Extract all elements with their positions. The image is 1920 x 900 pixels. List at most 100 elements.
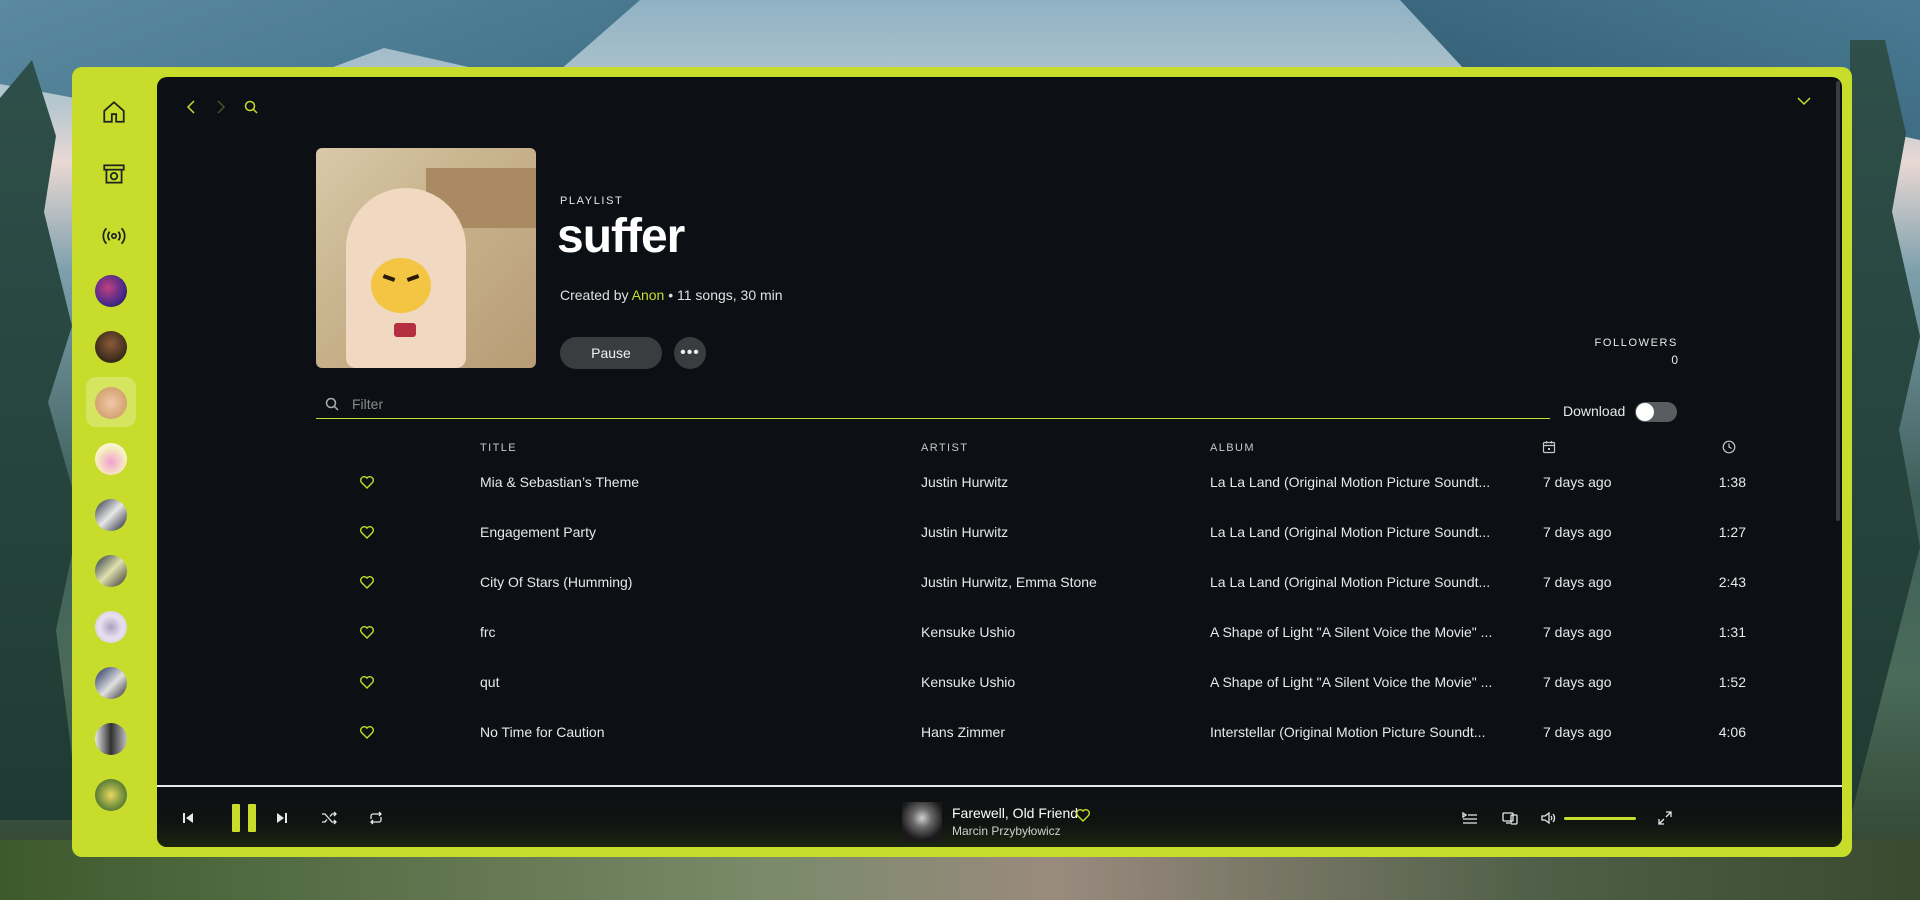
heart-icon[interactable] [359, 524, 375, 540]
track-added: 7 days ago [1543, 624, 1612, 640]
track-artist[interactable]: Kensuke Ushio [921, 624, 1191, 640]
track-duration: 1:38 [1718, 474, 1746, 490]
repeat-icon[interactable] [368, 810, 384, 826]
track-title: Engagement Party [480, 524, 596, 540]
track-added: 7 days ago [1543, 524, 1612, 540]
track-added: 7 days ago [1543, 724, 1612, 740]
table-row[interactable]: frc Kensuke Ushio A Shape of Light "A Sile… [316, 612, 1746, 652]
sidebar-playlist-avatar[interactable] [95, 723, 127, 755]
track-artist[interactable]: Hans Zimmer [921, 724, 1191, 740]
table-row[interactable]: City Of Stars (Humming) Justin Hurwitz, E… [316, 562, 1746, 602]
track-title: Mia & Sebastian’s Theme [480, 474, 640, 490]
fullscreen-icon[interactable] [1657, 810, 1673, 826]
table-row[interactable]: Mia & Sebastian’s Theme Justin Hurwitz La … [316, 462, 1746, 502]
track-title: qut [480, 674, 500, 690]
track-duration: 4:06 [1718, 724, 1746, 740]
devices-icon[interactable] [1502, 810, 1518, 826]
home-icon[interactable] [98, 96, 130, 128]
playlist-meta: Created by Anon • 11 songs, 30 min [560, 287, 783, 303]
track-added: 7 days ago [1543, 574, 1612, 590]
track-title: City Of Stars (Humming) [480, 574, 633, 590]
download-toggle[interactable] [1635, 402, 1677, 422]
volume-slider[interactable] [1564, 817, 1636, 820]
track-album[interactable]: La La Land (Original Motion Picture Soun… [1210, 524, 1500, 540]
track-album[interactable]: A Shape of Light "A Silent Voice the Mov… [1210, 624, 1500, 640]
next-icon[interactable] [274, 810, 290, 826]
playlist-type-label: PLAYLIST [560, 195, 624, 207]
chevron-down-icon[interactable] [1794, 91, 1814, 111]
queue-icon[interactable] [1462, 810, 1478, 826]
background-trees-left [0, 60, 80, 820]
track-artist[interactable]: Kensuke Ushio [921, 674, 1191, 690]
column-header-artist[interactable]: ARTIST [921, 442, 968, 454]
now-playing-title[interactable]: Farewell, Old Friend [952, 805, 1078, 821]
scrollbar[interactable] [1836, 81, 1840, 521]
calendar-icon[interactable] [1542, 440, 1556, 454]
previous-icon[interactable] [180, 810, 196, 826]
sidebar-playlist-avatar[interactable] [95, 779, 127, 811]
track-album[interactable]: A Shape of Light "A Silent Voice the Mov… [1210, 674, 1500, 690]
heart-icon[interactable] [359, 624, 375, 640]
track-added: 7 days ago [1543, 474, 1612, 490]
more-options-button[interactable]: ••• [674, 337, 706, 369]
table-row[interactable]: qut Kensuke Ushio A Shape of Light "A Sile… [316, 662, 1746, 702]
player-bar: Farewell, Old Friend Marcin Przybyłowicz [157, 787, 1842, 847]
shuffle-icon[interactable] [321, 810, 337, 826]
track-duration: 1:31 [1718, 624, 1746, 640]
track-duration: 2:43 [1718, 574, 1746, 590]
created-by-label: Created by [560, 287, 629, 303]
heart-icon[interactable] [359, 724, 375, 740]
track-artist[interactable]: Justin Hurwitz [921, 524, 1191, 540]
heart-icon[interactable] [359, 474, 375, 490]
download-label: Download [1563, 403, 1626, 419]
table-row[interactable]: Engagement Party Justin Hurwitz La La Land… [316, 512, 1746, 552]
column-header-album[interactable]: ALBUM [1210, 442, 1255, 454]
sidebar-playlist-avatar[interactable] [95, 275, 127, 307]
filter-bar [316, 389, 1550, 419]
now-playing-cover[interactable] [902, 802, 942, 842]
track-album[interactable]: La La Land (Original Motion Picture Soun… [1210, 574, 1500, 590]
heart-icon[interactable] [1075, 807, 1091, 823]
app-window: PLAYLIST suffer Created by Anon • 11 son… [72, 67, 1852, 857]
track-duration: 1:27 [1718, 524, 1746, 540]
followers-label: FOLLOWERS [1594, 337, 1678, 349]
sidebar-playlist-avatar[interactable] [95, 611, 127, 643]
background-trees-right [1850, 40, 1920, 820]
creator-link[interactable]: Anon [632, 287, 665, 303]
followers-count: 0 [1671, 353, 1678, 367]
sidebar-playlist-avatar[interactable] [95, 499, 127, 531]
clock-icon[interactable] [1722, 440, 1736, 454]
podcast-icon[interactable] [98, 220, 130, 252]
track-artist[interactable]: Justin Hurwitz, Emma Stone [921, 574, 1191, 590]
main-panel: PLAYLIST suffer Created by Anon • 11 son… [157, 77, 1842, 847]
table-row[interactable]: No Time for Caution Hans Zimmer Interstell… [316, 712, 1746, 752]
track-title: No Time for Caution [480, 724, 605, 740]
search-icon[interactable] [241, 97, 261, 117]
sidebar-playlist-avatar[interactable] [95, 443, 127, 475]
playlist-cover [316, 148, 536, 368]
track-album[interactable]: Interstellar (Original Motion Picture So… [1210, 724, 1500, 740]
track-title: frc [480, 624, 496, 640]
forward-icon[interactable] [210, 97, 230, 117]
sidebar-playlist-avatar[interactable] [95, 387, 127, 419]
heart-icon[interactable] [359, 574, 375, 590]
page-title: suffer [557, 210, 685, 263]
search-icon [324, 396, 340, 412]
track-artist[interactable]: Justin Hurwitz [921, 474, 1191, 490]
sidebar-playlist-avatar[interactable] [95, 555, 127, 587]
heart-icon[interactable] [359, 674, 375, 690]
filter-input[interactable] [352, 393, 1452, 415]
library-icon[interactable] [98, 158, 130, 190]
sidebar-playlist-avatar[interactable] [95, 331, 127, 363]
sidebar-playlist-avatar[interactable] [95, 667, 127, 699]
volume-icon[interactable] [1540, 810, 1556, 826]
track-album[interactable]: La La Land (Original Motion Picture Soun… [1210, 474, 1500, 490]
sidebar [72, 67, 157, 857]
playlist-stats: • 11 songs, 30 min [668, 287, 783, 303]
now-playing-artist[interactable]: Marcin Przybyłowicz [952, 824, 1061, 838]
pause-button[interactable]: Pause [560, 337, 662, 369]
back-icon[interactable] [182, 97, 202, 117]
column-header-title[interactable]: TITLE [480, 442, 517, 454]
track-added: 7 days ago [1543, 674, 1612, 690]
pause-icon[interactable] [232, 804, 256, 832]
